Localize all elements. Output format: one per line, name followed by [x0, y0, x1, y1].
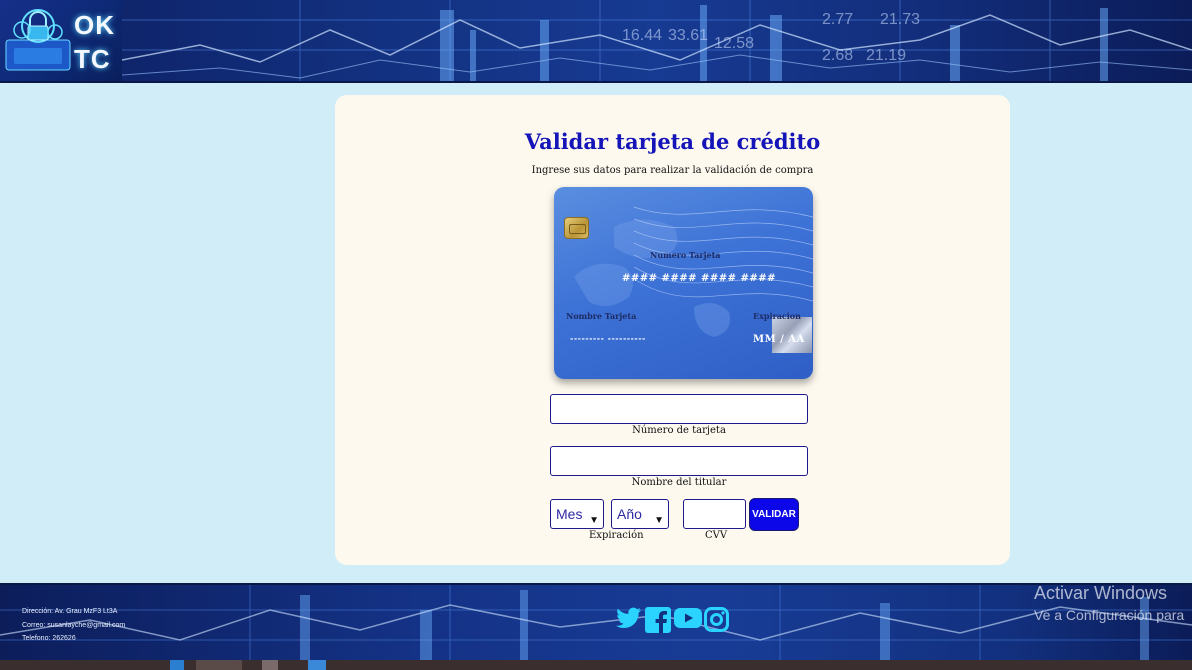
footer-email: Correo: susanlayche@gmail.com [22, 622, 126, 629]
card-expiry-display: MM / AA [753, 334, 805, 345]
taskbar-app-icon[interactable] [170, 660, 184, 670]
card-number-caption: Número de tarjeta [632, 425, 726, 436]
card-expiry-label: Expiracion [753, 311, 801, 321]
bg-number: 2.77 [822, 11, 853, 28]
chevron-down-icon: ▼ [654, 515, 664, 526]
card-name-display: --------- ---------- [570, 333, 646, 343]
credit-card-preview: Numero Tarjeta #### #### #### #### Nombr… [554, 187, 813, 379]
logo-text-tc: TC [74, 44, 111, 74]
stock-chart-background [0, 585, 1192, 660]
month-select-value: Mes [556, 506, 583, 522]
card-number-display: #### #### #### #### [622, 273, 777, 284]
os-taskbar [0, 660, 1192, 670]
holder-name-input[interactable] [550, 446, 808, 476]
youtube-icon[interactable] [674, 607, 702, 629]
footer-address: Dirección: Av. Grau MzF3 Lt3A [22, 608, 118, 615]
taskbar-app-icon[interactable] [262, 660, 278, 670]
year-select-value: Año [617, 506, 642, 522]
bg-number: 33.61 [668, 27, 708, 44]
taskbar-active-app-icon[interactable] [196, 660, 242, 670]
logo-text-ok: OK [74, 10, 115, 40]
site-logo[interactable]: OK TC [0, 0, 122, 81]
page-subtitle: Ingrese sus datos para realizar la valid… [531, 165, 814, 176]
card-number-label: Numero Tarjeta [650, 250, 721, 260]
validate-button[interactable]: VALIDAR [749, 498, 799, 531]
twitter-icon[interactable] [616, 607, 642, 629]
site-header: 16.44 33.61 12.58 2.77 21.73 2.68 21.19 … [0, 0, 1192, 83]
bg-number: 21.73 [880, 11, 920, 28]
expiry-caption: Expiración [589, 530, 644, 541]
year-select[interactable]: Año ▼ [611, 499, 669, 529]
bg-number: 16.44 [622, 27, 662, 44]
instagram-icon[interactable] [704, 607, 729, 632]
footer-phone: Telefono: 262626 [22, 635, 76, 642]
bg-number: 21.19 [866, 47, 906, 64]
card-number-input[interactable] [550, 394, 808, 424]
stock-chart-background: 16.44 33.61 12.58 2.77 21.73 2.68 21.19 [121, 0, 1192, 81]
activate-windows-hint: Ve a Configuración para [1034, 607, 1185, 623]
bg-number: 12.58 [714, 35, 754, 52]
holder-name-caption: Nombre del titular [631, 477, 727, 488]
cvv-caption: CVV [705, 530, 728, 541]
taskbar-app-icon[interactable] [308, 660, 326, 670]
facebook-icon[interactable] [645, 607, 671, 633]
bg-number: 2.68 [822, 47, 853, 64]
validation-panel: Validar tarjeta de crédito Ingrese sus d… [335, 95, 1010, 565]
month-select[interactable]: Mes ▼ [550, 499, 604, 529]
card-chip [564, 217, 589, 239]
cvv-input[interactable] [683, 499, 746, 529]
page-title: Validar tarjeta de crédito [524, 129, 821, 154]
site-footer: Dirección: Av. Grau MzF3 Lt3A Correo: su… [0, 583, 1192, 660]
activate-windows-watermark: Activar Windows [1034, 583, 1168, 603]
card-name-label: Nombre Tarjeta [566, 311, 637, 321]
